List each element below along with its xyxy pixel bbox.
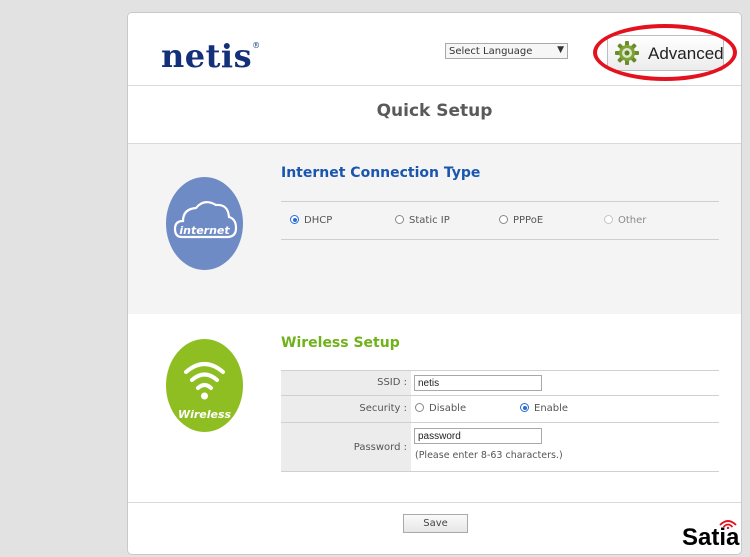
password-hint: (Please enter 8-63 characters.) xyxy=(415,450,563,461)
security-disable-indicator xyxy=(415,403,424,412)
radio-dhcp[interactable]: DHCP xyxy=(290,215,332,226)
security-enable-indicator xyxy=(520,403,529,412)
ssid-row: SSID : xyxy=(281,371,719,396)
password-label: Password : xyxy=(281,423,411,471)
radio-dhcp-indicator xyxy=(290,215,299,224)
radio-other-label: Other xyxy=(618,215,647,226)
security-label: Security : xyxy=(281,396,411,422)
radio-other[interactable]: Other xyxy=(604,215,646,226)
page-title: Quick Setup xyxy=(376,101,493,121)
security-row: Security : Disable Enable xyxy=(281,396,719,423)
security-disable-radio[interactable]: Disable xyxy=(415,403,466,414)
security-enable-label: Enable xyxy=(534,403,569,414)
radio-dhcp-label: DHCP xyxy=(304,215,333,226)
connection-type-options: DHCP Static IP PPPoE Other xyxy=(281,201,719,240)
radio-pppoe[interactable]: PPPoE xyxy=(499,215,543,226)
radio-static-ip[interactable]: Static IP xyxy=(395,215,450,226)
internet-icon-label: internet xyxy=(179,224,230,237)
radio-pppoe-indicator xyxy=(499,215,508,224)
wireless-icon-label: Wireless xyxy=(177,408,232,421)
internet-icon: internet xyxy=(166,177,243,270)
language-select[interactable]: Select Language ▼ xyxy=(445,43,568,59)
radio-pppoe-label: PPPoE xyxy=(513,215,544,226)
netis-logo: netis® xyxy=(161,37,261,75)
ssid-label: SSID : xyxy=(281,371,411,395)
chevron-down-icon: ▼ xyxy=(557,45,564,55)
security-enable-radio[interactable]: Enable xyxy=(520,403,568,414)
highlight-oval xyxy=(593,24,737,81)
wireless-setup-title: Wireless Setup xyxy=(281,335,400,351)
radio-static-ip-label: Static IP xyxy=(409,215,450,226)
language-select-value: Select Language xyxy=(449,46,533,57)
registered-mark: ® xyxy=(252,41,261,50)
password-input[interactable] xyxy=(414,428,542,444)
footer-divider xyxy=(128,502,741,503)
ssid-input[interactable] xyxy=(414,375,542,391)
security-disable-label: Disable xyxy=(429,403,467,414)
password-row: Password : (Please enter 8-63 characters… xyxy=(281,423,719,472)
save-button[interactable]: Save xyxy=(403,514,468,533)
signal-icon xyxy=(719,520,737,529)
internet-section: internet Internet Connection Type DHCP S… xyxy=(128,143,741,315)
internet-connection-title: Internet Connection Type xyxy=(281,165,481,181)
wireless-settings-table: SSID : Security : Disable Enable Passwor… xyxy=(281,370,719,472)
logo-text: netis xyxy=(161,37,253,75)
router-setup-panel: netis® Select Language ▼ Advanced Quick … xyxy=(127,12,742,555)
radio-static-ip-indicator xyxy=(395,215,404,224)
radio-other-indicator xyxy=(604,215,613,224)
wireless-icon: Wireless xyxy=(166,339,243,432)
wireless-section: Wireless Wireless Setup SSID : Security … xyxy=(128,314,741,502)
